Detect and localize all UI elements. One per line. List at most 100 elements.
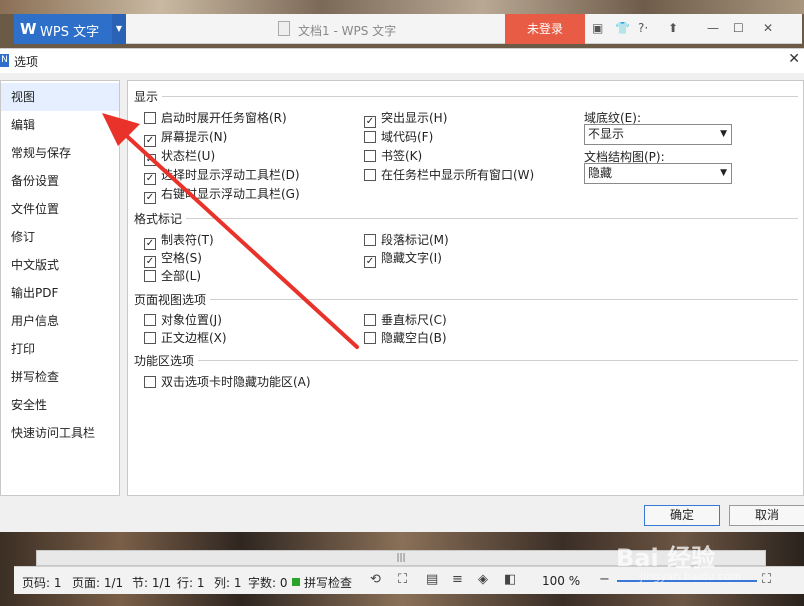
ok-button[interactable]: 确定 (644, 505, 720, 526)
section-divider (198, 360, 798, 361)
shirt-icon[interactable]: 👕 (615, 21, 630, 35)
checkbox-box[interactable]: ✓ (144, 173, 156, 185)
status-section: 节: 1/1 (132, 576, 172, 590)
checkbox-float-toolbar-select[interactable]: ✓ 选择时显示浮动工具栏(D) (144, 166, 300, 185)
app-name: WPS 文字 (40, 25, 100, 40)
checkbox-spaces[interactable]: ✓ 空格(S) (144, 249, 202, 268)
status-row: 行: 1 (177, 576, 205, 590)
help-icon[interactable]: ?· (638, 21, 648, 35)
login-button[interactable]: 未登录 (505, 14, 585, 44)
maximize-button[interactable]: ☐ (733, 21, 744, 35)
close-icon[interactable]: ✕ (788, 51, 800, 67)
checkbox-box[interactable] (144, 314, 156, 326)
checkbox-box[interactable] (144, 112, 156, 124)
status-page-code: 页码: 1 (22, 576, 62, 590)
sidebar-item-export-pdf[interactable]: 输出PDF (1, 279, 119, 307)
document-title: 文档1 - WPS 文字 (298, 24, 397, 38)
checkbox-box[interactable] (144, 376, 156, 388)
section-divider (210, 299, 798, 300)
checkbox-screen-tips[interactable]: ✓ 屏幕提示(N) (144, 128, 227, 147)
zoom-level[interactable]: 100 % (542, 574, 580, 588)
checkbox-float-toolbar-rightclick[interactable]: ✓ 右键时显示浮动工具栏(G) (144, 185, 300, 204)
watermark-url: jingyan.baidu.com (640, 570, 742, 583)
fullscreen-icon[interactable]: ⛶ (398, 572, 407, 587)
checkbox-box[interactable]: ✓ (144, 135, 156, 147)
section-divider (186, 218, 798, 219)
checkbox-box[interactable] (144, 332, 156, 344)
status-words[interactable]: 字数: 0 (248, 574, 288, 591)
upload-icon[interactable]: ⬆ (668, 21, 678, 35)
desktop-background-top (0, 0, 804, 14)
sidebar-item-quick-access[interactable]: 快速访问工具栏 (1, 419, 119, 447)
checkbox-box[interactable]: ✓ (364, 116, 376, 128)
status-col: 列: 1 (214, 576, 242, 590)
checkbox-status-bar[interactable]: ✓ 状态栏(U) (144, 147, 215, 166)
checkbox-tabs[interactable]: ✓ 制表符(T) (144, 231, 214, 250)
close-window-button[interactable]: ✕ (763, 21, 773, 35)
checkbox-box[interactable] (364, 150, 376, 162)
checkbox-box[interactable]: ✓ (364, 256, 376, 268)
chevron-down-icon[interactable]: ▼ (112, 14, 126, 44)
fit-page-icon[interactable]: ⛶ (762, 572, 771, 587)
checkbox-field-codes[interactable]: 域代码(F) (364, 128, 433, 144)
cancel-button[interactable]: 取消 (729, 505, 804, 526)
field-shading-select[interactable]: 不显示 ▼ (584, 124, 732, 145)
section-title-page-view: 页面视图选项 (134, 293, 207, 307)
checkbox-hide-whitespace[interactable]: 隐藏空白(B) (364, 329, 447, 345)
checkbox-hide-ribbon-dblclick[interactable]: 双击选项卡时隐藏功能区(A) (144, 373, 311, 389)
page-view-icon[interactable]: ▤ (426, 572, 438, 587)
reading-view-icon[interactable]: ◧ (504, 572, 516, 587)
app-menu-button[interactable]: W WPS 文字 ▼ (14, 14, 126, 44)
checkbox-paragraph-marks[interactable]: 段落标记(M) (364, 231, 449, 247)
history-icon[interactable]: ⟲ (370, 572, 381, 587)
sidebar-item-spellcheck[interactable]: 拼写检查 (1, 363, 119, 391)
status-spellcheck[interactable]: 拼写检查 (304, 574, 352, 591)
checkbox-box[interactable]: ✓ (144, 154, 156, 166)
spellcheck-indicator-icon (292, 578, 300, 586)
checkbox-box[interactable] (364, 234, 376, 246)
dialog-header: N 选项 ✕ (0, 49, 804, 73)
section-title-display: 显示 (134, 90, 159, 104)
wps-small-icon: N (0, 54, 9, 67)
checkbox-vertical-ruler[interactable]: 垂直标尺(C) (364, 311, 447, 327)
doc-map-select[interactable]: 隐藏 ▼ (584, 163, 732, 184)
watermark-logo: Bai 经验 (616, 544, 716, 572)
sidebar-item-file-location[interactable]: 文件位置 (1, 195, 119, 223)
sidebar-item-revision[interactable]: 修订 (1, 223, 119, 251)
checkbox-bookmarks[interactable]: 书签(K) (364, 147, 422, 163)
checkbox-taskbar-windows[interactable]: 在任务栏中显示所有窗口(W) (364, 166, 534, 182)
zoom-out-icon[interactable]: − (599, 572, 610, 587)
minimize-button[interactable]: — (707, 21, 719, 35)
checkbox-box[interactable] (364, 131, 376, 143)
document-icon (278, 21, 290, 36)
checkbox-box[interactable] (364, 314, 376, 326)
sidebar-item-security[interactable]: 安全性 (1, 391, 119, 419)
skin-icon[interactable]: ▣ (592, 21, 603, 35)
options-content: 显示 启动时展开任务窗格(R) ✓ 屏幕提示(N) ✓ 状态栏(U) ✓ 选择时显示浮… (127, 80, 804, 496)
status-page: 页面: 1/1 (72, 576, 124, 590)
sidebar-item-user-info[interactable]: 用户信息 (1, 307, 119, 335)
sidebar-item-print[interactable]: 打印 (1, 335, 119, 363)
checkbox-hidden-text[interactable]: ✓ 隐藏文字(I) (364, 249, 442, 268)
sidebar-item-general-save[interactable]: 常规与保存 (1, 139, 119, 167)
sidebar-item-edit[interactable]: 编辑 (1, 111, 119, 139)
checkbox-all-marks[interactable]: 全部(L) (144, 267, 201, 283)
checkbox-highlight[interactable]: ✓ 突出显示(H) (364, 109, 447, 128)
sidebar-item-chinese-layout[interactable]: 中文版式 (1, 251, 119, 279)
chevron-down-icon: ▼ (720, 129, 727, 139)
checkbox-box[interactable] (144, 270, 156, 282)
checkbox-expand-taskpane[interactable]: 启动时展开任务窗格(R) (144, 109, 287, 125)
section-title-format-marks: 格式标记 (134, 212, 183, 226)
app-titlebar: W WPS 文字 ▼ 文档1 - WPS 文字 未登录 ▣ 👕 ?· ⬆ — ☐… (14, 14, 802, 44)
checkbox-box[interactable]: ✓ (144, 192, 156, 204)
checkbox-object-anchors[interactable]: 对象位置(J) (144, 311, 222, 327)
dialog-title: 选项 (14, 55, 39, 69)
web-view-icon[interactable]: ◈ (478, 572, 488, 587)
sidebar-item-view[interactable]: 视图 (1, 83, 119, 111)
options-sidebar: 视图 编辑 常规与保存 备份设置 文件位置 修订 中文版式 输出PDF 用户信息… (0, 80, 120, 496)
sidebar-item-backup[interactable]: 备份设置 (1, 167, 119, 195)
checkbox-text-boundaries[interactable]: 正文边框(X) (144, 329, 227, 345)
checkbox-box[interactable] (364, 169, 376, 181)
checkbox-box[interactable] (364, 332, 376, 344)
outline-view-icon[interactable]: ≡ (452, 572, 463, 587)
